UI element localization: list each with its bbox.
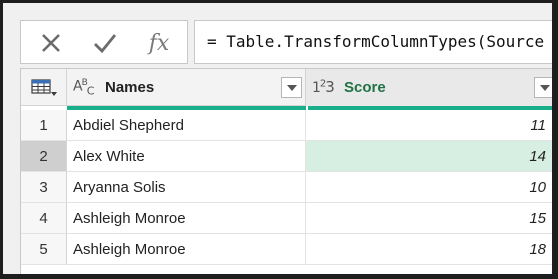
table-row: 1 Abdiel Shepherd 11 bbox=[21, 110, 552, 141]
header-row: ABC Names 123 Score bbox=[21, 69, 552, 106]
row-number[interactable]: 1 bbox=[21, 110, 67, 141]
column-header-names[interactable]: ABC Names bbox=[67, 69, 306, 106]
x-icon bbox=[42, 34, 60, 52]
cell-score[interactable]: 14 bbox=[306, 141, 552, 172]
table-row: 2 Alex White 14 bbox=[21, 141, 552, 172]
cell-name[interactable]: Ashleigh Monroe bbox=[67, 234, 306, 265]
row-number[interactable]: 4 bbox=[21, 203, 67, 234]
column-title: Names bbox=[105, 79, 155, 96]
table-icon bbox=[30, 78, 57, 96]
formula-input[interactable]: = Table.TransformColumnTypes(Source bbox=[194, 20, 552, 64]
power-query-editor: fx = Table.TransformColumnTypes(Source A… bbox=[3, 3, 552, 274]
chevron-down-icon bbox=[539, 84, 550, 91]
cell-name[interactable]: Aryanna Solis bbox=[67, 172, 306, 203]
number-type-icon[interactable]: 123 bbox=[312, 78, 335, 96]
column-title: Score bbox=[344, 79, 386, 96]
fx-label: fx bbox=[148, 30, 170, 56]
table-row: 5 Ashleigh Monroe 18 bbox=[21, 234, 552, 265]
cell-score[interactable]: 10 bbox=[306, 172, 552, 203]
cell-name[interactable]: Ashleigh Monroe bbox=[67, 203, 306, 234]
cell-score[interactable]: 18 bbox=[306, 234, 552, 265]
formula-text: = Table.TransformColumnTypes(Source bbox=[207, 32, 545, 51]
cell-name[interactable]: Abdiel Shepherd bbox=[67, 110, 306, 141]
table-row: 4 Ashleigh Monroe 15 bbox=[21, 203, 552, 234]
cancel-button[interactable] bbox=[23, 21, 79, 65]
cell-name[interactable]: Alex White bbox=[67, 141, 306, 172]
row-number[interactable]: 5 bbox=[21, 234, 67, 265]
filter-dropdown-button[interactable] bbox=[281, 77, 302, 98]
column-header-score[interactable]: 123 Score bbox=[306, 69, 552, 106]
row-number[interactable]: 2 bbox=[21, 141, 67, 172]
table-menu-button[interactable] bbox=[21, 69, 67, 106]
text-type-icon[interactable]: ABC bbox=[73, 78, 94, 97]
chevron-down-icon bbox=[286, 84, 297, 91]
insert-function-button[interactable]: fx bbox=[131, 21, 187, 65]
cell-score[interactable]: 15 bbox=[306, 203, 552, 234]
accept-button[interactable] bbox=[77, 21, 133, 65]
formula-bar-buttons: fx bbox=[20, 20, 188, 64]
data-grid: ABC Names 123 Score 1 Abdiel Shepherd 11… bbox=[20, 68, 552, 274]
row-number[interactable]: 3 bbox=[21, 172, 67, 203]
table-row: 3 Aryanna Solis 10 bbox=[21, 172, 552, 203]
checkmark-icon bbox=[94, 34, 117, 54]
filter-dropdown-button[interactable] bbox=[534, 77, 552, 98]
cell-score[interactable]: 11 bbox=[306, 110, 552, 141]
